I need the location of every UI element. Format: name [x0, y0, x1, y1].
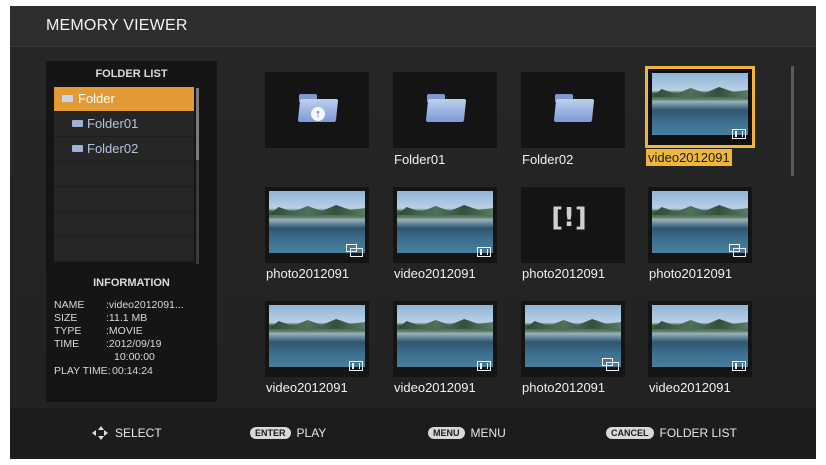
- grid-tile-photo[interactable]: [265, 187, 369, 263]
- menu-key-icon: MENU: [428, 427, 465, 439]
- lake-thumbnail: [397, 305, 493, 367]
- footer-bar: SELECT ENTER PLAY MENU MENU CANCEL FOLDER L…: [10, 408, 816, 459]
- grid-tile-photo[interactable]: [521, 301, 625, 377]
- folder-list-item-folder02[interactable]: Folder02: [54, 137, 194, 162]
- folder-list-title: FOLDER LIST: [95, 68, 168, 80]
- memory-viewer-screen: MEMORY VIEWER FOLDER LIST Folder Folder0…: [10, 6, 816, 459]
- grid-caption: photo2012091: [522, 380, 606, 395]
- grid-tile-video[interactable]: [648, 301, 752, 377]
- menu-label: MENU: [470, 426, 506, 440]
- folder-list-empty-row: [54, 162, 194, 187]
- information-title: INFORMATION: [93, 277, 170, 289]
- app-title: MEMORY VIEWER: [46, 17, 188, 34]
- footer-select-hint[interactable]: SELECT: [92, 426, 162, 440]
- info-time-label: TIME: [54, 338, 80, 350]
- grid-caption: photo2012091: [522, 266, 606, 281]
- grid-tile-video[interactable]: [265, 301, 369, 377]
- header-bar: MEMORY VIEWER: [10, 6, 816, 47]
- lake-thumbnail: [652, 305, 748, 367]
- enter-key-icon: ENTER: [250, 427, 291, 439]
- lake-thumbnail: [652, 73, 748, 135]
- footer-menu-hint[interactable]: MENU MENU: [428, 426, 506, 440]
- info-time-value: :2012/09/19: [106, 338, 162, 350]
- folder-list-item-label: Folder02: [87, 141, 139, 156]
- grid-caption: video2012091: [394, 380, 476, 395]
- left-panel: FOLDER LIST Folder Folder01 Folder02 INF…: [46, 61, 217, 402]
- folder-up-icon: ↑: [297, 94, 339, 122]
- enter-label: PLAY: [296, 426, 327, 440]
- info-size-value: :11.1 MB: [106, 312, 148, 324]
- grid-caption: photo2012091: [266, 266, 350, 281]
- video-icon: [732, 129, 746, 139]
- video-icon: [477, 361, 491, 371]
- folder-icon: [72, 120, 83, 127]
- grid-scrollbar[interactable]: [791, 66, 794, 176]
- info-play-time-value: 00:14:24: [112, 365, 153, 377]
- folder-list-item-folder01[interactable]: Folder01: [54, 112, 194, 137]
- folder-list-empty-row: [54, 212, 194, 237]
- folder-icon: [72, 145, 83, 152]
- photo-icon: [346, 244, 363, 257]
- grid-caption: video2012091: [266, 380, 348, 395]
- unsupported-file-icon: [!]: [551, 203, 587, 233]
- lake-thumbnail: [397, 191, 493, 253]
- video-icon: [477, 247, 491, 257]
- grid-tile-folder[interactable]: [393, 72, 497, 148]
- grid-tile-video[interactable]: [393, 187, 497, 263]
- cancel-label: FOLDER LIST: [659, 426, 737, 440]
- photo-icon: [729, 244, 746, 257]
- cancel-key-icon: CANCEL: [606, 427, 654, 439]
- footer-cancel-hint[interactable]: CANCEL FOLDER LIST: [606, 426, 737, 440]
- info-type-label: TYPE: [54, 325, 82, 337]
- video-icon: [349, 361, 363, 371]
- info-type-value: :MOVIE: [106, 325, 143, 337]
- grid-caption: Folder02: [522, 152, 574, 167]
- grid-caption: video2012091: [394, 266, 476, 281]
- grid-caption: Folder01: [394, 152, 446, 167]
- video-icon: [732, 361, 746, 371]
- info-play-time-label: PLAY TIME:: [54, 365, 111, 377]
- folder-icon: [425, 94, 467, 122]
- info-time-value-2: 10:00:00: [114, 351, 155, 363]
- info-name-value: :video2012091...: [106, 299, 184, 311]
- folder-list-item-label: Folder01: [87, 116, 139, 131]
- grid-tile-error[interactable]: [!]: [521, 187, 625, 263]
- folder-icon: [62, 95, 73, 102]
- grid-caption-selected: video2012091: [646, 149, 732, 166]
- grid-caption: photo2012091: [649, 266, 733, 281]
- lake-thumbnail: [269, 305, 365, 367]
- folder-list-item-folder[interactable]: Folder: [54, 87, 194, 112]
- folder-list-empty-row: [54, 187, 194, 212]
- dpad-icon: [92, 426, 108, 440]
- folder-icon: [553, 94, 595, 122]
- grid-tile-folder[interactable]: [521, 72, 625, 148]
- folder-list-item-label: Folder: [78, 91, 115, 106]
- select-label: SELECT: [115, 426, 162, 440]
- footer-enter-hint[interactable]: ENTER PLAY: [250, 426, 326, 440]
- folder-list-empty-row: [54, 237, 194, 262]
- grid-tile-folder-up[interactable]: ↑: [265, 72, 369, 148]
- info-name-label: NAME: [54, 299, 85, 311]
- grid-caption: video2012091: [649, 380, 731, 395]
- grid-tile-video[interactable]: [393, 301, 497, 377]
- folder-list-scrollbar[interactable]: [196, 88, 199, 264]
- grid-tile-photo[interactable]: [648, 187, 752, 263]
- grid-tile-video-selected[interactable]: [645, 66, 755, 148]
- scrollbar-thumb[interactable]: [196, 88, 199, 160]
- info-size-label: SIZE: [54, 312, 78, 324]
- photo-icon: [602, 358, 619, 371]
- folder-list[interactable]: Folder Folder01 Folder02: [54, 87, 204, 263]
